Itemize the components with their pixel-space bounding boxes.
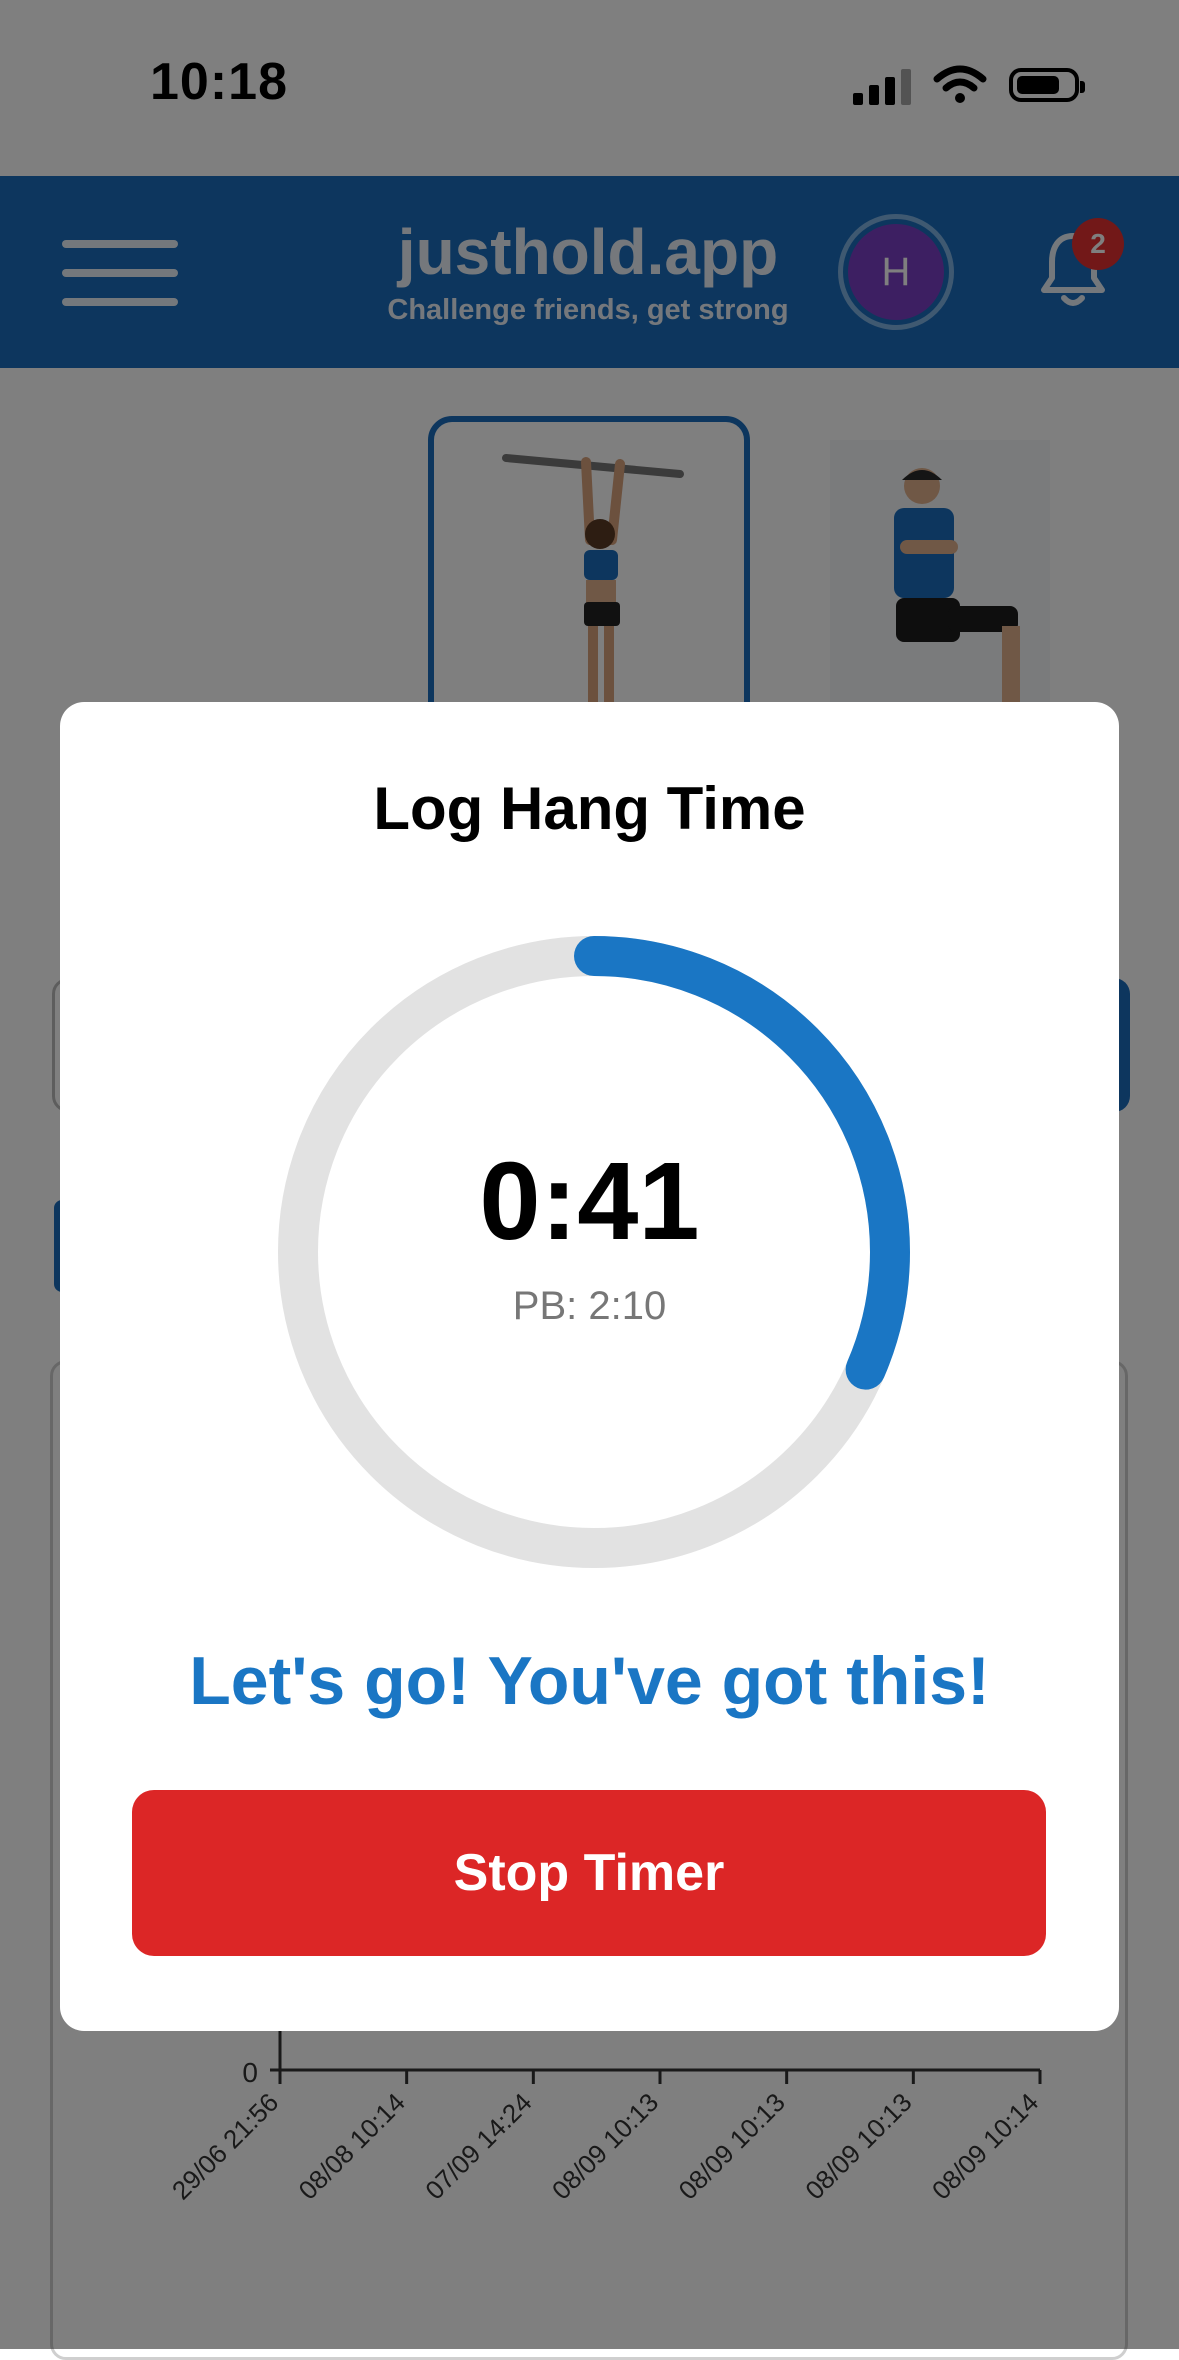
stop-timer-button[interactable]: Stop Timer [132,1790,1046,1956]
motivation-text: Let's go! You've got this! [189,1643,990,1719]
personal-best: PB: 2:10 [512,1284,667,1328]
modal-title: Log Hang Time [373,775,806,842]
timer-value: 0:41 [479,1140,700,1263]
log-hang-time-modal: Log Hang Time 0:41 PB: 2:10 Let's go! Yo… [60,702,1119,2031]
